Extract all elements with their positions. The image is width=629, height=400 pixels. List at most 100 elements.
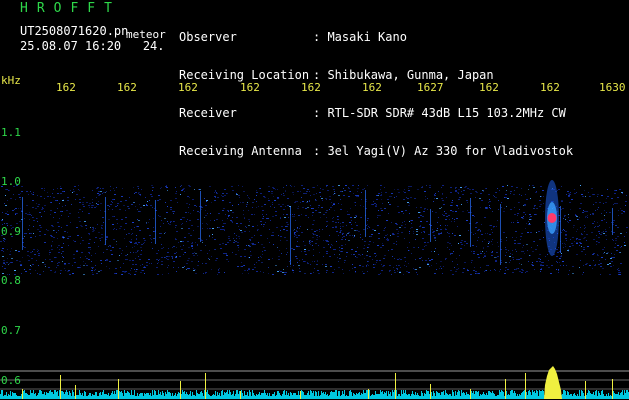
trace-bar [13,393,14,399]
trace-bar [349,391,350,399]
noise-pixel [528,261,529,262]
noise-pixel [198,238,200,239]
trace-bar [107,395,108,399]
trace-bar [569,395,570,399]
trace-bar [52,392,53,399]
trace-bar [347,396,348,399]
noise-pixel [238,247,239,248]
noise-pixel [13,194,14,195]
noise-pixel [236,235,237,236]
noise-pixel [569,220,571,221]
trace-bar [147,393,148,399]
noise-pixel [119,248,121,249]
noise-pixel [114,190,115,191]
noise-pixel [517,222,519,223]
hrofft-screen: HROFFT UT2508071620.pn meteor 25.08.07 1… [0,0,629,400]
noise-pixel [261,244,263,245]
noise-pixel [524,204,526,205]
trace-bar [255,396,256,399]
noise-pixel [357,195,359,196]
noise-pixel [141,244,143,245]
noise-pixel [83,197,85,198]
trace-bar [521,393,522,399]
noise-pixel [445,229,447,230]
trace-bar [24,390,25,399]
noise-pixel [294,234,296,235]
trace-bar [601,391,602,399]
trace-bar [511,390,512,399]
trace-bar [582,391,583,399]
noise-pixel [577,229,578,230]
meteor-echo [545,180,559,256]
noise-pixel [7,200,8,201]
noise-pixel [200,250,202,251]
noise-pixel [403,213,404,214]
noise-pixel [207,228,208,229]
noise-pixel [146,205,148,206]
trace-bar [1,390,2,399]
trace-bar [298,391,299,399]
trace-bar [437,392,438,399]
noise-pixel [205,272,207,273]
trace-bar [115,394,116,399]
trace-bar [535,393,536,399]
noise-pixel [378,193,380,194]
trace-bar [531,395,532,399]
trace-bar [80,393,81,399]
noise-pixel [335,193,336,194]
noise-pixel [218,227,220,228]
trace-bar [199,394,200,399]
noise-pixel [563,229,564,230]
trace-bar [625,393,626,399]
noise-pixel [112,199,113,200]
noise-pixel [135,264,137,265]
noise-pixel [492,239,493,240]
noise-pixel [58,252,60,253]
noise-pixel [338,185,340,186]
noise-pixel [600,274,601,275]
noise-pixel [604,210,605,211]
noise-pixel [572,266,574,267]
noise-pixel [424,227,425,228]
trace-bar [131,390,132,399]
trace-bar [364,393,365,399]
noise-pixel [354,267,356,268]
noise-pixel [476,222,478,223]
noise-pixel [438,217,439,218]
trace-bar [140,393,141,399]
noise-pixel [283,195,285,196]
noise-pixel [222,200,224,201]
noise-pixel [59,203,60,204]
noise-pixel [595,264,596,265]
trace-bar [580,396,581,399]
trace-bar [499,390,500,399]
noise-pixel [296,230,297,231]
noise-pixel [79,202,81,203]
noise-pixel [257,230,258,231]
noise-pixel [262,251,263,252]
noise-pixel [512,237,513,238]
trace-bar [327,394,328,399]
trace-bar [210,396,211,399]
trace-bar [274,392,275,399]
trace-bar [93,395,94,399]
noise-pixel [333,249,335,250]
noise-pixel [197,244,198,245]
noise-pixel [442,194,443,195]
trace-bar [67,392,68,399]
noise-pixel [294,232,296,233]
noise-pixel [148,222,149,223]
noise-streak [500,204,501,265]
noise-pixel [0,241,2,242]
noise-pixel [2,256,4,257]
noise-pixel [170,222,171,223]
noise-pixel [57,238,58,239]
noise-pixel [247,270,248,271]
trace-bar [391,396,392,399]
noise-pixel [173,267,174,268]
noise-pixel [446,197,447,198]
noise-pixel [278,259,280,260]
trace-bar [14,393,15,399]
trace-bar [208,394,209,399]
noise-pixel [424,209,425,210]
